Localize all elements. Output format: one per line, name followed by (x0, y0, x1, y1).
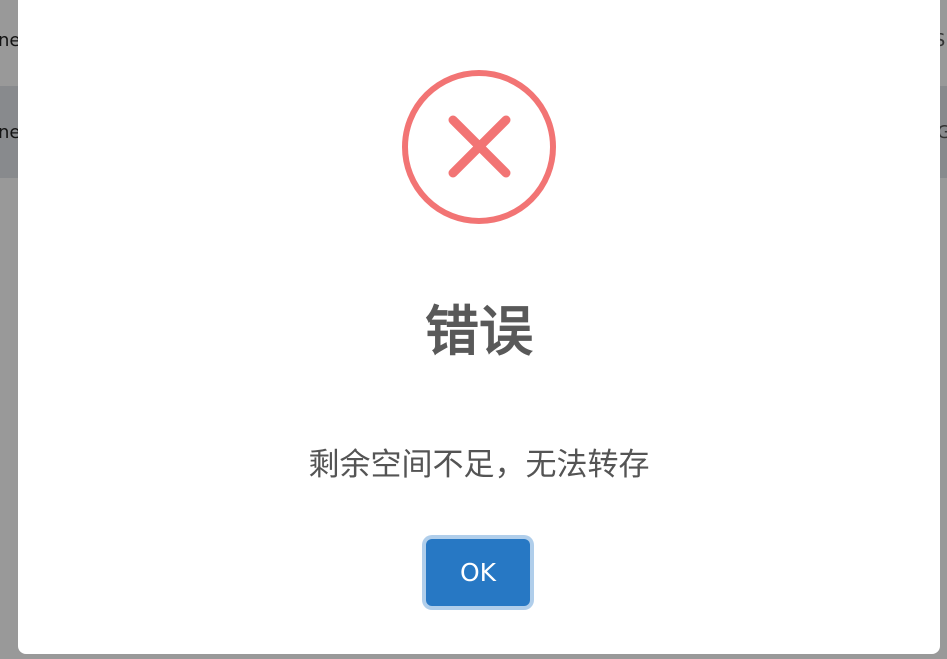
error-dialog: 错误 剩余空间不足，无法转存 OK (18, 0, 940, 654)
ok-button[interactable]: OK (426, 539, 530, 606)
dialog-message: 剩余空间不足，无法转存 (308, 447, 650, 483)
page: ne S. ne G 错误 剩余空间不足，无法转存 OK (0, 0, 947, 659)
dialog-title: 错误 (425, 300, 533, 363)
error-x-icon-graphic (402, 70, 556, 224)
error-x-icon (401, 69, 557, 225)
